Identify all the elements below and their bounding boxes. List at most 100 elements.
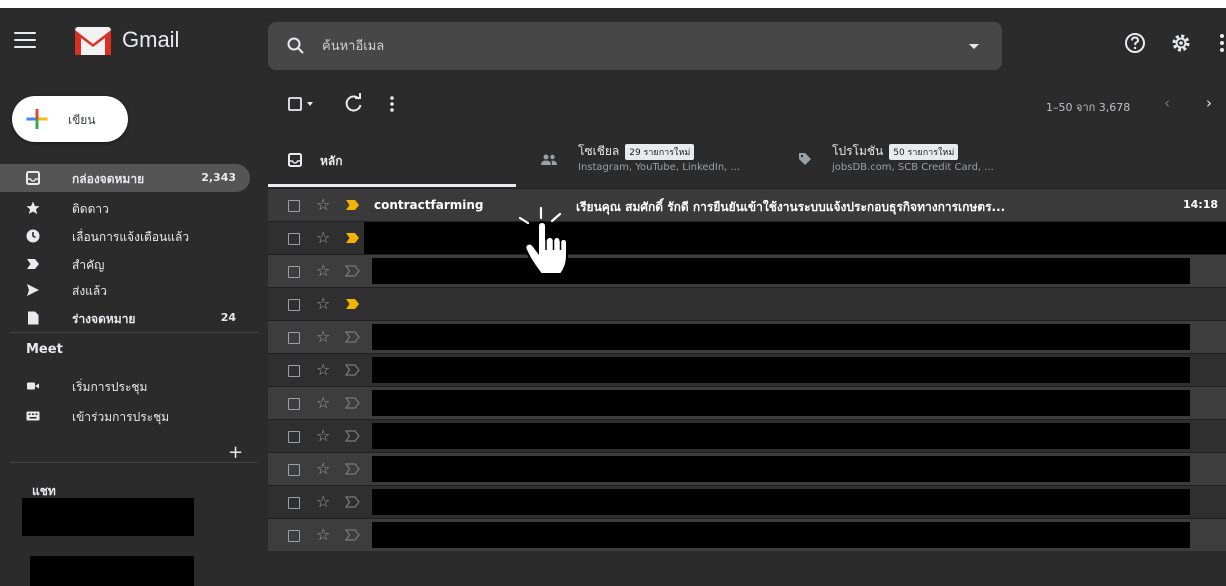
- star-icon[interactable]: ☆: [316, 459, 330, 478]
- star-icon[interactable]: ☆: [316, 525, 330, 544]
- compose-button[interactable]: เขียน: [12, 96, 128, 142]
- more-options-icon[interactable]: [386, 92, 398, 116]
- draft-icon: [28, 311, 39, 325]
- clock-icon: [26, 229, 40, 243]
- sidebar-item-label: สำคัญ: [72, 258, 105, 272]
- sidebar-item-sent[interactable]: ส่งแล้ว: [0, 276, 250, 304]
- email-row[interactable]: ☆: [268, 485, 1226, 518]
- inbox-icon: [26, 171, 40, 185]
- sidebar-item-label: กล่องจดหมาย: [72, 172, 145, 186]
- help-icon[interactable]: [1124, 32, 1146, 54]
- important-marker-icon[interactable]: [345, 463, 360, 475]
- tab-primary[interactable]: หลัก: [268, 132, 516, 186]
- next-page-button[interactable]: ›: [1206, 94, 1212, 112]
- search-options-icon[interactable]: [964, 36, 984, 56]
- row-checkbox[interactable]: [288, 431, 300, 443]
- add-chat-button[interactable]: +: [228, 442, 243, 463]
- people-icon: [541, 154, 557, 165]
- email-subject: เรียนคุณ สมศักดิ์ รักดี การยืนยันเข้าใช้…: [576, 200, 1006, 214]
- selected-tab-indicator: [268, 184, 516, 187]
- app-name[interactable]: Gmail: [122, 27, 179, 53]
- sidebar-item-snoozed[interactable]: เลื่อนการแจ้งเตือนแล้ว: [0, 222, 250, 250]
- star-icon[interactable]: ☆: [316, 393, 330, 412]
- email-row[interactable]: ☆: [268, 221, 1226, 255]
- select-all-checkbox[interactable]: [288, 92, 318, 116]
- divider: [10, 462, 258, 463]
- redacted-chat-contact: [30, 556, 194, 586]
- row-checkbox[interactable]: [288, 497, 300, 509]
- search-input[interactable]: [322, 32, 922, 60]
- row-checkbox[interactable]: [288, 200, 300, 212]
- email-row[interactable]: ☆: [268, 353, 1226, 386]
- star-icon[interactable]: ☆: [316, 228, 330, 247]
- tab-label: โซเชียล: [578, 144, 620, 158]
- important-marker-icon[interactable]: [345, 331, 360, 343]
- row-checkbox[interactable]: [288, 233, 300, 245]
- important-marker-icon[interactable]: [345, 496, 360, 508]
- redacted-email-content: [372, 258, 1190, 284]
- row-checkbox[interactable]: [288, 266, 300, 278]
- star-icon[interactable]: ☆: [316, 261, 330, 280]
- apps-grid-icon[interactable]: [1214, 32, 1226, 54]
- redacted-email-content: [372, 357, 1190, 383]
- row-checkbox[interactable]: [288, 332, 300, 344]
- sidebar-item-new-meeting[interactable]: เริ่มการประชุม: [0, 372, 250, 400]
- important-marker-icon[interactable]: [345, 199, 360, 211]
- important-marker-icon[interactable]: [345, 298, 360, 310]
- sidebar-item-label: ติดดาว: [72, 202, 109, 216]
- row-checkbox[interactable]: [288, 530, 300, 542]
- search-bar[interactable]: [268, 22, 1002, 70]
- prev-page-button[interactable]: ‹: [1164, 94, 1170, 112]
- sidebar-item-join-meeting[interactable]: เข้าร่วมการประชุม: [0, 402, 250, 430]
- email-row[interactable]: ☆: [268, 320, 1226, 353]
- email-time: 14:18: [1182, 198, 1218, 211]
- important-marker-icon[interactable]: [345, 430, 360, 442]
- new-count-badge: 29 รายการใหม่: [625, 144, 695, 160]
- search-icon[interactable]: [286, 36, 306, 56]
- main-menu-icon[interactable]: [14, 32, 36, 52]
- draft-count: 24: [220, 311, 236, 324]
- category-tabs: หลัก โซเชียล 29 รายการใหม่ Instagram, You…: [268, 132, 1226, 186]
- important-marker-icon[interactable]: [345, 232, 360, 244]
- star-icon[interactable]: ☆: [316, 426, 330, 445]
- important-marker-icon[interactable]: [345, 529, 360, 541]
- email-row[interactable]: ☆: [268, 287, 1226, 320]
- video-icon: [27, 382, 39, 390]
- important-marker-icon[interactable]: [345, 265, 360, 277]
- row-checkbox[interactable]: [288, 464, 300, 476]
- plus-icon: [26, 109, 48, 129]
- sidebar-item-label: ร่างจดหมาย: [72, 312, 136, 326]
- important-marker-icon[interactable]: [345, 397, 360, 409]
- sidebar-item-starred[interactable]: ติดดาว: [0, 194, 250, 222]
- redacted-chat-contact: [22, 498, 194, 536]
- tab-senders: jobsDB.com, SCB Credit Card, ...: [832, 162, 994, 173]
- email-row[interactable]: ☆: [268, 419, 1226, 452]
- row-checkbox[interactable]: [288, 398, 300, 410]
- redacted-email-content: [372, 324, 1190, 350]
- star-icon[interactable]: ☆: [316, 492, 330, 511]
- redacted-email-content: [372, 522, 1190, 548]
- star-icon[interactable]: ☆: [316, 360, 330, 379]
- email-row[interactable]: ☆: [268, 452, 1226, 485]
- refresh-icon[interactable]: [342, 92, 366, 116]
- divider: [10, 332, 258, 333]
- email-row[interactable]: ☆: [268, 518, 1226, 551]
- sidebar-item-drafts[interactable]: ร่างจดหมาย 24: [0, 304, 250, 332]
- sidebar-item-label: เข้าร่วมการประชุม: [72, 410, 170, 424]
- gmail-logo-icon[interactable]: [74, 26, 112, 56]
- sidebar-item-inbox[interactable]: กล่องจดหมาย 2,343: [0, 164, 250, 192]
- email-row[interactable]: ☆: [268, 386, 1226, 419]
- star-icon[interactable]: ☆: [316, 195, 330, 214]
- important-marker-icon[interactable]: [345, 364, 360, 376]
- email-row[interactable]: ☆ contractfarming เรียนคุณ สมศักดิ์ รักดี …: [268, 188, 1226, 221]
- gear-icon[interactable]: [1170, 32, 1192, 54]
- row-checkbox[interactable]: [288, 365, 300, 377]
- sidebar-item-important[interactable]: สำคัญ: [0, 250, 250, 278]
- tab-social[interactable]: โซเชียล 29 รายการใหม่ Instagram, YouTube,…: [530, 132, 780, 186]
- tab-promotions[interactable]: โปรโมชัน 50 รายการใหม่ jobsDB.com, SCB Cr…: [790, 132, 1090, 186]
- star-icon[interactable]: ☆: [316, 294, 330, 313]
- email-row[interactable]: ☆: [268, 254, 1226, 287]
- row-checkbox[interactable]: [288, 299, 300, 311]
- star-icon[interactable]: ☆: [316, 327, 330, 346]
- send-icon: [27, 284, 39, 296]
